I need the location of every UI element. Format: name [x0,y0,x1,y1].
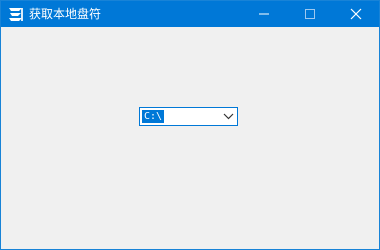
chevron-down-icon[interactable] [220,108,237,125]
drive-select-value: C:\ [142,110,165,123]
minimize-icon [259,13,269,15]
maximize-button[interactable] [287,1,333,27]
app-logo-icon [7,5,25,23]
app-window: 获取本地盘符 C:\ [0,0,380,250]
close-icon [350,8,362,20]
drive-select[interactable]: C:\ [139,107,238,126]
title-bar[interactable]: 获取本地盘符 [1,1,379,27]
maximize-icon [305,9,315,19]
client-area: C:\ [1,27,379,249]
minimize-button[interactable] [241,1,287,27]
close-button[interactable] [333,1,379,27]
window-title: 获取本地盘符 [29,7,102,21]
